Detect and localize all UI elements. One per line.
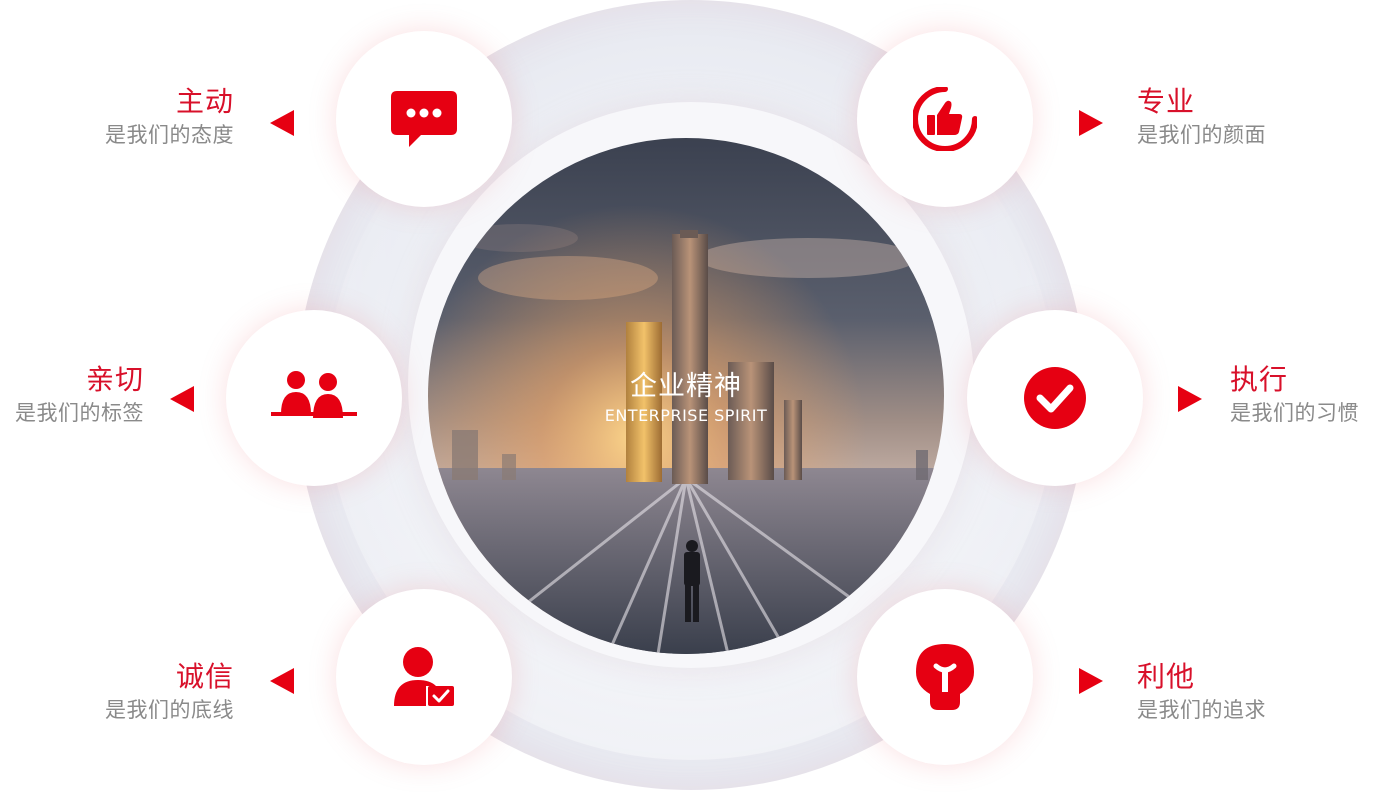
value-title: 执行 [1230, 363, 1289, 396]
arrow-right-execution [1178, 386, 1202, 412]
value-desc: 是我们的标签 [15, 401, 144, 425]
node-professional [857, 31, 1033, 207]
label-integrity: 诚信 是我们的底线 [105, 659, 234, 725]
value-desc: 是我们的习惯 [1230, 401, 1359, 425]
node-execution [967, 310, 1143, 486]
value-desc: 是我们的颜面 [1137, 123, 1266, 147]
user-check-icon [392, 646, 456, 708]
arrow-left-initiative [270, 110, 294, 136]
value-title: 亲切 [85, 363, 144, 396]
value-title: 利他 [1137, 660, 1196, 693]
center-subtitle: ENTERPRISE SPIRIT [604, 406, 768, 425]
value-desc: 是我们的追求 [1137, 698, 1266, 722]
arrow-right-altruism [1079, 668, 1103, 694]
label-initiative: 主动 是我们的态度 [105, 84, 234, 150]
label-professional: 专业 是我们的颜面 [1137, 84, 1266, 150]
value-desc: 是我们的底线 [105, 698, 234, 722]
label-execution: 执行 是我们的习惯 [1230, 362, 1359, 428]
lightbulb-icon [916, 644, 974, 710]
check-circle-icon [1023, 366, 1087, 430]
value-title: 主动 [175, 85, 234, 118]
label-altruism: 利他 是我们的追求 [1137, 659, 1266, 725]
value-title: 诚信 [175, 660, 234, 693]
people-icon [271, 370, 357, 426]
label-friendly: 亲切 是我们的标签 [15, 362, 144, 428]
arrow-left-integrity [270, 668, 294, 694]
node-altruism [857, 589, 1033, 765]
node-friendly [226, 310, 402, 486]
value-title: 专业 [1137, 85, 1196, 118]
center-title: 企业精神 [630, 371, 742, 402]
thumbs-up-icon [913, 87, 977, 151]
value-desc: 是我们的态度 [105, 123, 234, 147]
chat-bubble-icon [391, 91, 457, 147]
node-initiative [336, 31, 512, 207]
arrow-right-professional [1079, 110, 1103, 136]
node-integrity [336, 589, 512, 765]
arrow-left-friendly [170, 386, 194, 412]
